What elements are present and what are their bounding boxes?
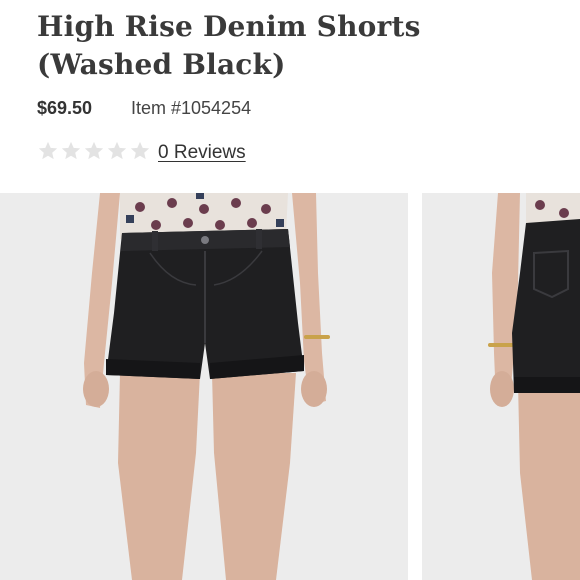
reviews-link[interactable]: 0 Reviews (158, 142, 246, 164)
product-image-front[interactable] (0, 193, 408, 580)
item-number: Item #1054254 (131, 98, 252, 118)
star-icon (37, 140, 59, 162)
star-icon (60, 140, 82, 162)
product-price: $69.50 (37, 98, 93, 118)
rating-stars[interactable] (37, 140, 151, 162)
model-side-illustration (422, 193, 580, 580)
product-header: High Rise Denim Shorts (Washed Black) $6… (0, 0, 580, 193)
product-image-side[interactable] (422, 193, 580, 580)
star-icon (83, 140, 105, 162)
model-front-illustration (0, 193, 408, 580)
product-title: High Rise Denim Shorts (Washed Black) (37, 10, 421, 81)
star-icon (106, 140, 128, 162)
product-gallery (0, 193, 580, 580)
star-icon (129, 140, 151, 162)
